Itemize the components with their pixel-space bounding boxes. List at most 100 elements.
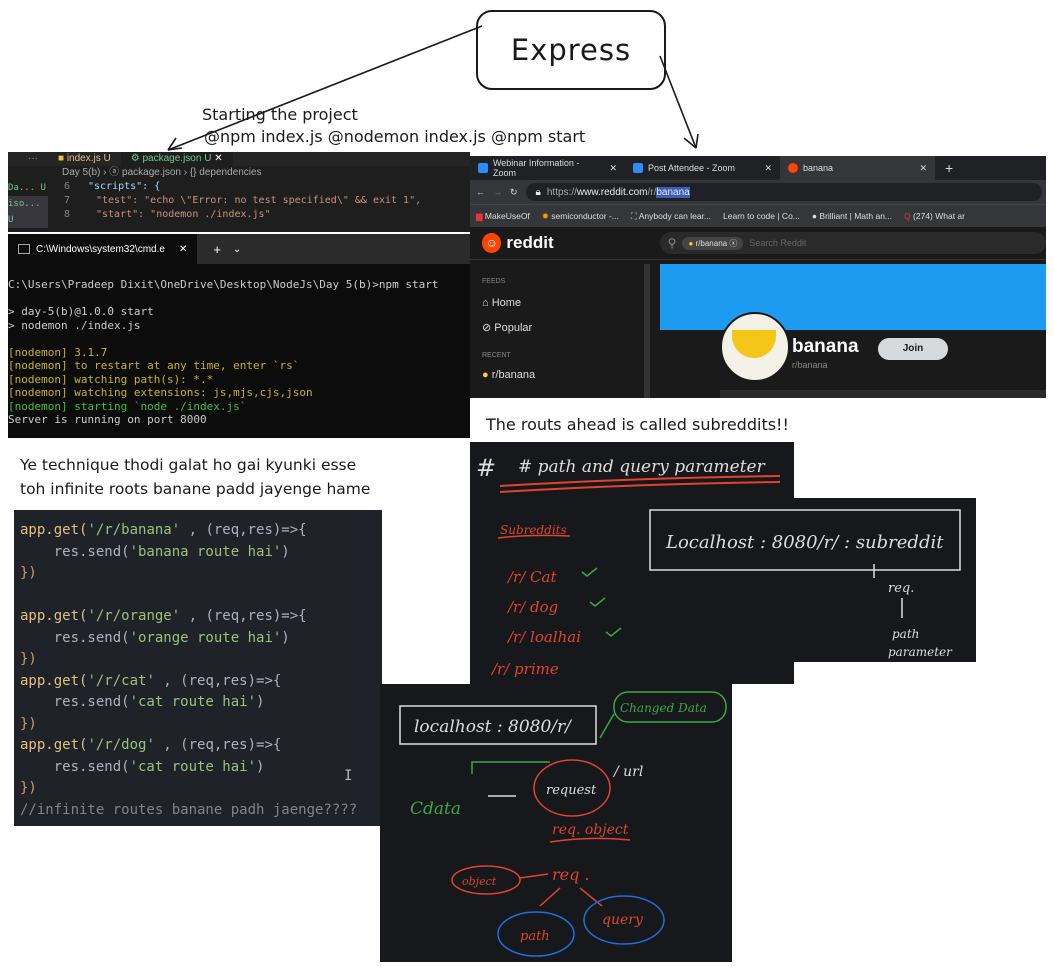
terminal-tab[interactable]: C:\Windows\system32\cmd.e ✕ — [8, 234, 198, 264]
terminal-line: [nodemon] watching path(s): *.* — [8, 372, 214, 386]
reddit-logo-icon[interactable]: ☺ — [482, 233, 502, 253]
code-line: res.send('banana route hai') — [20, 543, 290, 560]
connector — [599, 713, 615, 739]
arrows — [539, 887, 603, 907]
path-label: path — [520, 929, 550, 944]
browser-tab[interactable]: Post Attendee - Zoom ✕ — [625, 156, 780, 180]
route-item: /r/ dog — [506, 598, 558, 616]
code-line: 7 "test": "echo \"Error: no test specifie… — [8, 194, 470, 208]
js-file-icon: ■ — [58, 153, 65, 164]
code-line: res.send('cat route hai') — [20, 694, 265, 710]
connector — [471, 761, 550, 774]
sidebar-item-home[interactable]: ⌂ Home — [482, 297, 644, 309]
bookmark[interactable]: ▆ MakeUseOf — [476, 211, 530, 222]
lock-icon: 🔒︎ — [535, 186, 541, 198]
subreddit-banner — [660, 264, 1046, 330]
search-chip[interactable]: ● r/banana ⓧ — [682, 236, 744, 250]
new-tab-button[interactable]: + — [213, 242, 221, 257]
reddit-logo-text[interactable]: reddit — [506, 233, 553, 253]
new-tab-button[interactable]: + — [945, 160, 953, 176]
underline — [549, 837, 631, 843]
more-icon[interactable]: ··· — [8, 152, 48, 166]
arrowhead — [167, 137, 183, 151]
close-icon[interactable]: ✕ — [214, 153, 222, 164]
explorer-side: Da... U iso... U — [8, 180, 48, 228]
cdata-label: Cdata — [410, 799, 461, 819]
join-button[interactable]: Join — [878, 338, 948, 360]
tab-index-js[interactable]: ■ index.js U — [48, 152, 121, 166]
arrow — [519, 873, 549, 879]
url-selection: banana — [656, 186, 690, 198]
browser-tab[interactable]: Webinar Information - Zoom ✕ — [470, 156, 625, 180]
query-label: query — [602, 912, 644, 928]
tab-title: Post Attendee - Zoom — [648, 163, 736, 173]
routes-code-block: app.get('/r/banana' , (req,res)=>{ res.s… — [14, 510, 382, 826]
bookmark[interactable]: ● Brilliant | Math an... — [812, 211, 892, 221]
tab-index-js-status: U — [103, 153, 111, 164]
code-text: "start": "nodemon ./index.js" — [96, 209, 271, 220]
code-line: 8 "start": "nodemon ./index.js" — [8, 208, 470, 222]
bookmark[interactable]: ⛶ Anybody can lear... — [631, 211, 711, 222]
bookmark[interactable]: Q (274) What ar — [904, 211, 965, 221]
sidebar-item-recent[interactable]: ● r/banana — [482, 369, 644, 381]
subreddit-main: banana r/banana Join — [660, 264, 1046, 398]
terminal-line: [nodemon] watching extensions: js,mjs,cj… — [8, 386, 313, 399]
chevron-down-icon[interactable]: ⌄ — [233, 244, 241, 255]
recent-label: RECENT — [482, 352, 511, 359]
whiteboard-localhost: Localhost : 8080/r/ : subreddit req. pat… — [634, 498, 976, 662]
whiteboard-drawing: localhost : 8080/r/ Changed Data Cdata r… — [399, 691, 727, 957]
search-input[interactable]: ⚲ ● r/banana ⓧ Search Reddit — [659, 232, 1046, 254]
close-icon[interactable]: ✕ — [919, 163, 927, 174]
req-label: req. — [888, 581, 914, 596]
path-label: path — [892, 627, 919, 641]
feeds-label: FEEDS — [482, 278, 506, 285]
tab-package-json[interactable]: ⚙ package.json U ✕ — [120, 152, 233, 166]
board1-heading: # path and query parameter — [518, 457, 766, 477]
terminal-tab-title: C:\Windows\system32\cmd.e — [36, 243, 165, 255]
browser-window: Webinar Information - Zoom ✕ Post Attende… — [470, 156, 1046, 398]
req-label: req . — [552, 865, 590, 884]
terminal-output: C:\Users\Pradeep Dixit\OneDrive\Desktop\… — [8, 264, 470, 427]
search-placeholder: Search Reddit — [749, 238, 807, 248]
reddit-sidebar: FEEDS ⌂ Home ⊘ Popular RECENT ● r/banana — [470, 264, 650, 398]
request-label: request — [546, 783, 597, 798]
note-starting-2: @npm index.js @nodemon index.js @npm sta… — [204, 127, 586, 146]
terminal-line: > nodemon ./index.js — [8, 318, 141, 332]
zoom-icon — [478, 163, 488, 173]
subreddit-avatar — [720, 312, 790, 382]
code-line: app.get('/r/orange' , (req,res)=>{ — [20, 608, 307, 624]
whiteboard-drawing: Localhost : 8080/r/ : subreddit req. pat… — [649, 509, 961, 659]
board3-url: localhost : 8080/r/ — [414, 717, 573, 737]
arrowhead — [683, 133, 699, 149]
editor-tabs: ··· ■ index.js U ⚙ package.json U ✕ — [8, 152, 470, 166]
bookmark[interactable]: ✹ semiconductor -... — [542, 211, 619, 222]
tab-package-json-label: package.json — [142, 153, 202, 164]
content-divider — [720, 390, 1046, 398]
sidebar-item-popular[interactable]: ⊘ Popular — [482, 321, 644, 334]
browser-tab-active[interactable]: banana ✕ — [780, 156, 935, 180]
bookmark[interactable]: Learn to code | Co... — [723, 211, 800, 221]
note-starting-1: Starting the project — [202, 105, 358, 124]
explorer-item[interactable]: Da... U — [8, 180, 48, 196]
url-prefix: https:// — [546, 186, 577, 198]
code-comment: //infinite routes banane padh jaenge???? — [20, 801, 358, 818]
code-line: }) — [20, 651, 37, 667]
tab-title: Webinar Information - Zoom — [492, 158, 580, 178]
reload-icon[interactable]: ↻ — [510, 187, 518, 198]
express-title: Express — [510, 33, 632, 67]
terminal-titlebar: C:\Windows\system32\cmd.e ✕ + ⌄ — [8, 234, 470, 264]
close-icon[interactable]: ✕ — [764, 163, 772, 174]
back-icon[interactable]: ← — [476, 187, 485, 197]
explorer-item[interactable]: iso... U — [8, 196, 48, 228]
forward-icon[interactable]: → — [493, 187, 502, 197]
url-input[interactable]: 🔒︎ https://www.reddit.com/r/banana — [525, 183, 1042, 201]
req-object-label: req. object — [552, 822, 629, 838]
close-icon[interactable]: ✕ — [609, 163, 617, 174]
code-line: }) — [20, 565, 37, 581]
cmd-terminal: C:\Windows\system32\cmd.e ✕ + ⌄ C:\Users… — [8, 234, 470, 438]
code-line: res.send('orange route hai') — [20, 629, 290, 646]
parameter-label: parameter — [888, 645, 953, 659]
route-item: /r/ prime — [490, 660, 559, 678]
close-icon[interactable]: ✕ — [179, 244, 187, 255]
tab-package-json-status: U — [204, 153, 212, 164]
